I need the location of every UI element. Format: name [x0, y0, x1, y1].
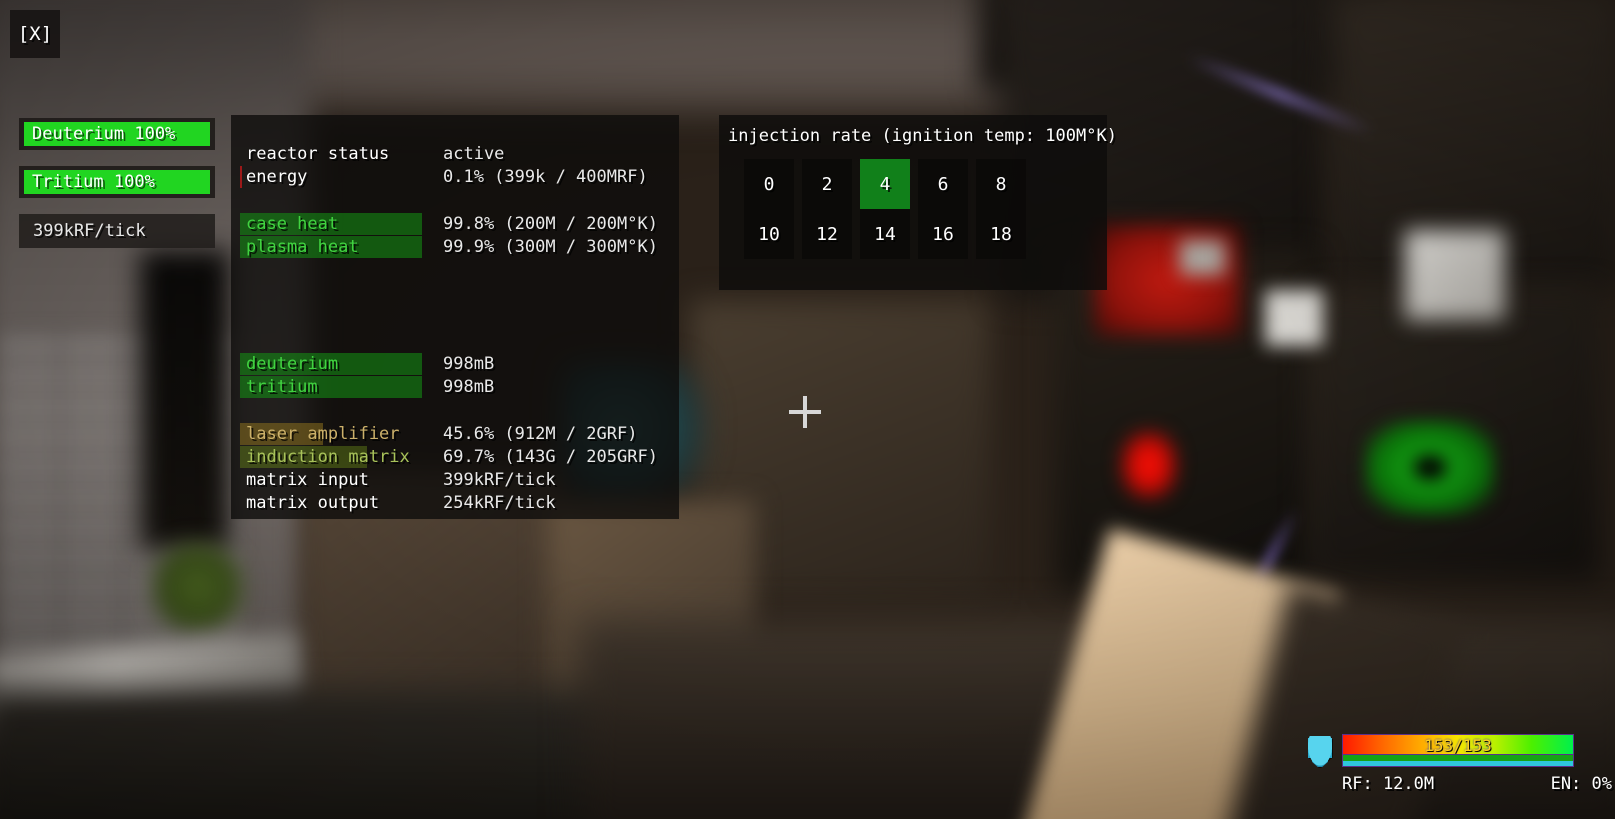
stat-key: deuterium [246, 354, 339, 374]
suit-tertiary-bar [1342, 761, 1574, 767]
injection-rate-title: injection rate (ignition temp: 100M°K) [728, 126, 1117, 146]
injection-rate-option-10[interactable]: 10 [744, 209, 794, 259]
stat-key: laser amplifier [246, 424, 400, 444]
tritium-gauge-label: Tritium 100% [32, 172, 155, 192]
stat-value: 998mB [443, 354, 495, 374]
transfer-rate-label: 399kRF/tick [33, 221, 146, 241]
stat-row: reactor status active [240, 143, 670, 165]
injection-rate-option-18[interactable]: 18 [976, 209, 1026, 259]
injection-rate-option-2[interactable]: 2 [802, 159, 852, 209]
armor-durability-value: 153/153 [1424, 736, 1492, 755]
injection-rate-option-0[interactable]: 0 [744, 159, 794, 209]
stat-key: matrix output [246, 493, 380, 513]
stat-row: deuterium 998mB [240, 353, 670, 375]
injection-rate-option-4[interactable]: 4 [860, 159, 910, 209]
injection-rate-panel: injection rate (ignition temp: 100M°K) 0… [719, 115, 1117, 290]
injection-rate-option-14[interactable]: 14 [860, 209, 910, 259]
crosshair-icon [789, 396, 821, 428]
stat-value: 998mB [443, 377, 495, 397]
stat-key: energy [246, 167, 308, 187]
stat-row: matrix input 399kRF/tick [240, 469, 670, 491]
stat-value: 254kRF/tick [443, 493, 556, 513]
stat-row: matrix output 254kRF/tick [240, 492, 670, 514]
stat-value: active [443, 144, 505, 164]
energy-readout: EN: 0% [1550, 774, 1612, 794]
close-button[interactable]: [X] [10, 10, 60, 58]
reactor-stats-panel: reactor status active energy 0.1% (399k / 4… [231, 115, 679, 519]
stat-key: matrix input [246, 470, 369, 490]
stat-row: tritium 998mB [240, 376, 670, 398]
rf-readout: RF: 12.0M [1342, 774, 1435, 794]
suit-readouts: RF: 12.0M EN: 0% [1342, 774, 1612, 794]
stat-row: energy 0.1% (399k / 400MRF) [240, 166, 670, 188]
suit-bars: 153/153 [1342, 734, 1574, 767]
injection-rate-option-12[interactable]: 12 [802, 209, 852, 259]
stat-value: 0.1% (399k / 400MRF) [443, 167, 648, 187]
close-icon: [X] [17, 23, 53, 45]
stat-key: case heat [246, 214, 339, 234]
stat-row: laser amplifier 45.6% (912M / 2GRF) [240, 423, 670, 445]
stat-value: 45.6% (912M / 2GRF) [443, 424, 638, 444]
stat-row: induction matrix 69.7% (143G / 205GRF) [240, 446, 670, 468]
deuterium-gauge-label: Deuterium 100% [32, 124, 176, 144]
stat-value: 99.9% (300M / 300M°K) [443, 237, 658, 257]
stat-key: tritium [246, 377, 318, 397]
stat-key: plasma heat [246, 237, 359, 257]
stat-key: reactor status [246, 144, 390, 164]
fuel-sidebar: Deuterium 100% Tritium 100% 399kRF/tick [19, 118, 215, 248]
injection-rate-option-16[interactable]: 16 [918, 209, 968, 259]
stat-value: 399kRF/tick [443, 470, 556, 490]
injection-rate-grid: 0 2 4 6 8 10 12 14 16 18 [744, 159, 1034, 259]
stat-value: 99.8% (200M / 200M°K) [443, 214, 658, 234]
stat-key: induction matrix [246, 447, 410, 467]
tritium-gauge[interactable]: Tritium 100% [19, 166, 215, 198]
injection-rate-option-8[interactable]: 8 [976, 159, 1026, 209]
transfer-rate-box: 399kRF/tick [19, 214, 215, 248]
injection-rate-option-6[interactable]: 6 [918, 159, 968, 209]
deuterium-gauge[interactable]: Deuterium 100% [19, 118, 215, 150]
stat-row: case heat 99.8% (200M / 200M°K) [240, 213, 670, 235]
stat-value: 69.7% (143G / 205GRF) [443, 447, 658, 467]
stat-row: plasma heat 99.9% (300M / 300M°K) [240, 236, 670, 258]
stat-bar-fill [240, 166, 243, 188]
armor-durability-bar: 153/153 [1342, 734, 1574, 755]
